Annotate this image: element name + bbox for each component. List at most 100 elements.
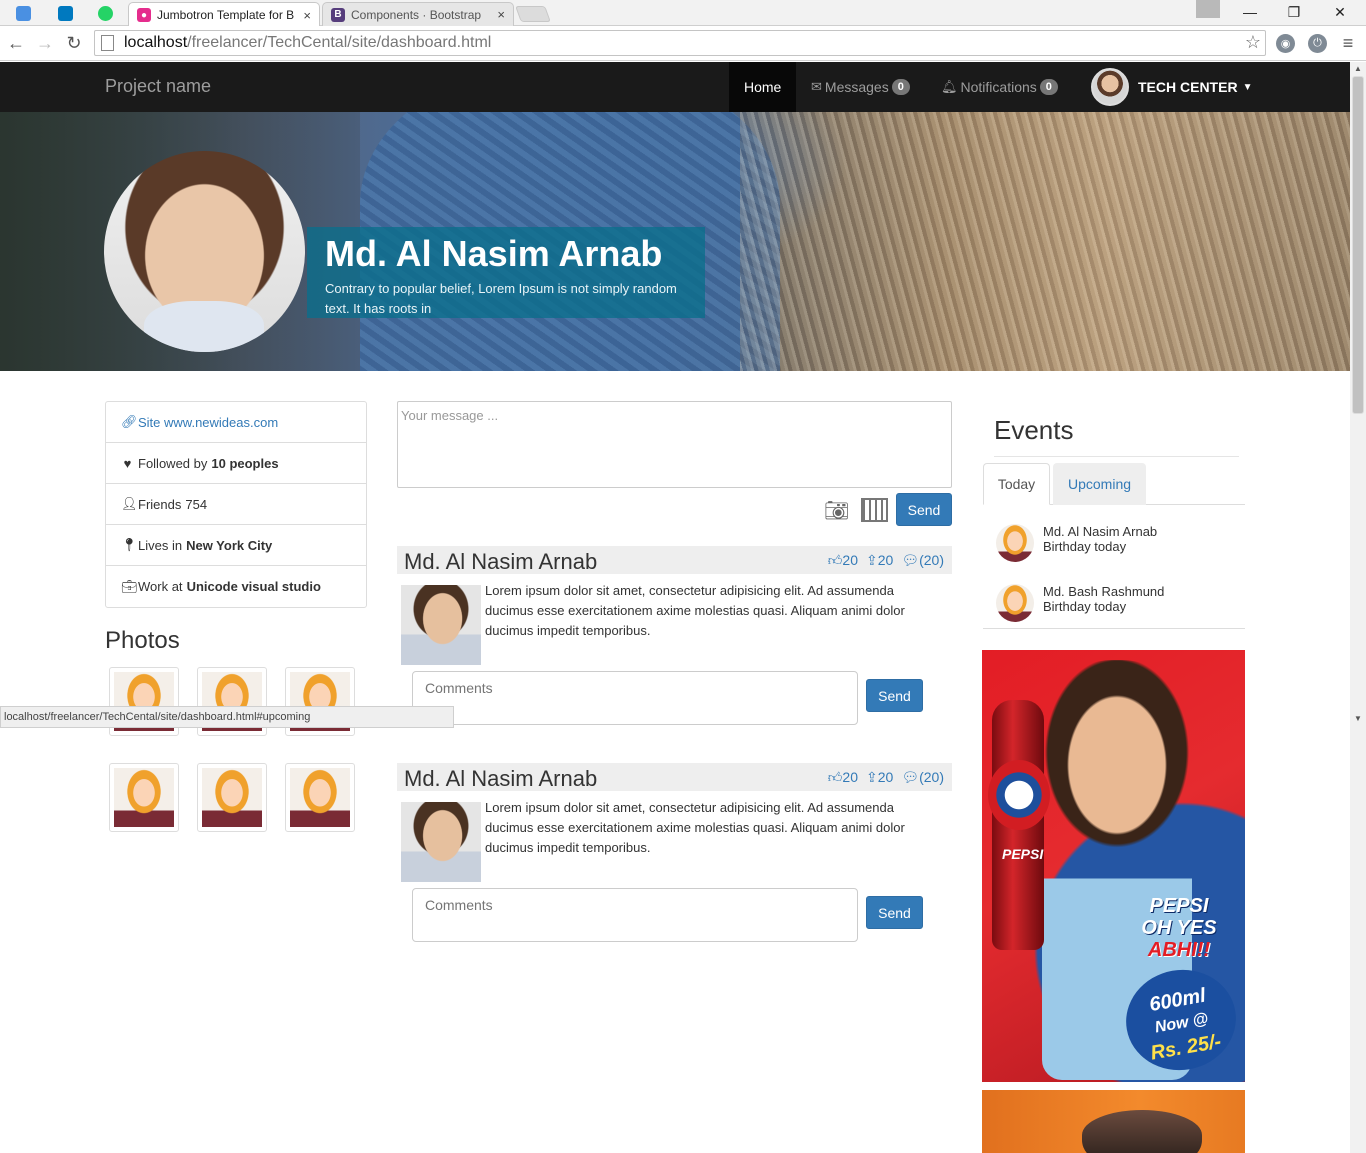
comment-icon: 💬︎ <box>901 769 920 785</box>
nav-messages-label: Messages <box>824 79 889 95</box>
tab-label: Components · Bootstrap <box>351 7 482 22</box>
post-header: Md. Al Nasim Arnab 👍︎20 ⇪20 💬︎(20) <box>397 546 952 574</box>
address-path: /freelancer/TechCental/site/dashboard.ht… <box>187 34 492 51</box>
tab-components[interactable]: B Components · Bootstrap × <box>322 2 514 26</box>
info-work: 💼︎ Work at Unicode visual studio <box>106 566 366 607</box>
comment-icon: 💬︎ <box>901 552 920 568</box>
ad-line: OH YES <box>1141 917 1217 939</box>
extension-power-icon[interactable]: ⏻ <box>1308 34 1327 53</box>
forward-icon[interactable]: → <box>33 31 57 55</box>
browser-menu-icon[interactable]: ≡ <box>1336 31 1360 55</box>
pepsi-advertisement[interactable]: PEPSI PEPSI OH YES ABHI!! 600ml Now @ Rs… <box>982 650 1245 1082</box>
reload-icon[interactable]: ↻ <box>62 31 86 55</box>
browser-profile-icon[interactable] <box>1196 0 1220 18</box>
post-header: Md. Al Nasim Arnab 👍︎20 ⇪20 💬︎(20) <box>397 763 952 791</box>
info-site[interactable]: 🔗︎ Site www.newideas.com <box>106 402 366 443</box>
hero-background-hair <box>740 112 1350 371</box>
event-item[interactable]: Md. Bash Rashmund Birthday today <box>996 584 1164 624</box>
ad-line: ABHI!! <box>1147 939 1211 961</box>
divider <box>994 456 1239 457</box>
scroll-down-icon[interactable]: ▼ <box>1354 714 1362 723</box>
share-stat[interactable]: ⇪20 <box>866 552 893 569</box>
post-body: Lorem ipsum dolor sit amet, consectetur … <box>485 583 905 638</box>
site-link[interactable]: Site www.newideas.com <box>138 415 278 430</box>
post-stats: 👍︎20 ⇪20 💬︎(20) <box>828 552 944 569</box>
send-comment-button[interactable]: Send <box>866 679 923 712</box>
work-value: Unicode visual studio <box>186 579 321 594</box>
envelope-icon: ✉ <box>811 79 822 94</box>
photo-thumbnail[interactable] <box>285 763 355 832</box>
share-stat[interactable]: ⇪20 <box>866 769 893 786</box>
address-bar[interactable]: localhost/freelancer/TechCental/site/das… <box>94 30 1266 56</box>
navbar-brand[interactable]: Project name <box>105 76 211 97</box>
comment-count: (20) <box>919 769 944 785</box>
comment-input[interactable] <box>412 671 858 725</box>
minimize-icon[interactable]: — <box>1228 0 1272 24</box>
pinned-tab-trello[interactable] <box>52 2 78 24</box>
profile-avatar <box>104 151 305 352</box>
ad-product-image <box>1082 1110 1202 1153</box>
post-author[interactable]: Md. Al Nasim Arnab <box>404 766 597 792</box>
post-author-photo <box>401 802 481 882</box>
lives-prefix: Lives in <box>138 537 183 553</box>
trello-icon <box>57 5 73 21</box>
comment-stat[interactable]: 💬︎(20) <box>901 769 944 786</box>
profile-hero: Md. Al Nasim Arnab Contrary to popular b… <box>0 112 1350 371</box>
nav-messages[interactable]: ✉ Messages 0 <box>811 62 910 112</box>
send-comment-button[interactable]: Send <box>866 896 923 929</box>
nav-notifications[interactable]: 🔔︎ Notifications 0 <box>941 62 1058 112</box>
film-icon[interactable] <box>861 498 888 522</box>
pinned-tab-whatsapp[interactable] <box>92 2 118 24</box>
like-stat[interactable]: 👍︎20 <box>828 552 858 569</box>
message-input[interactable] <box>397 401 952 488</box>
photo-thumbnail[interactable] <box>197 763 267 832</box>
bell-icon: 🔔︎ <box>941 79 958 94</box>
comment-input[interactable] <box>412 888 858 942</box>
event-name: Md. Al Nasim Arnab <box>1043 524 1158 539</box>
camera-icon[interactable]: 📷︎ <box>824 498 851 522</box>
ad-bottle-brand: PEPSI <box>1002 846 1044 862</box>
nav-notifications-label: Notifications <box>960 79 1037 95</box>
second-advertisement[interactable] <box>982 1090 1245 1153</box>
work-prefix: Work at <box>138 579 183 594</box>
new-tab-button[interactable] <box>515 6 551 22</box>
close-tab-icon[interactable]: × <box>497 7 505 22</box>
share-count: 20 <box>877 769 894 785</box>
top-navbar: Project name Home ✉ Messages 0 🔔︎ Notifi… <box>0 62 1350 112</box>
restore-icon[interactable]: ❐ <box>1272 0 1316 24</box>
bootstrap-favicon: B <box>331 7 345 22</box>
thumbs-up-icon: 👍︎ <box>827 769 843 785</box>
ad-line: PEPSI <box>1149 895 1209 917</box>
event-item[interactable]: Md. Al Nasim Arnab Birthday today <box>996 524 1157 564</box>
tab-today[interactable]: Today <box>983 463 1050 505</box>
post-author[interactable]: Md. Al Nasim Arnab <box>404 549 597 575</box>
scrollbar-thumb[interactable] <box>1352 76 1364 414</box>
map-marker-icon: 📍︎ <box>121 537 138 552</box>
share-icon: ⇪ <box>866 552 878 568</box>
nav-home[interactable]: Home <box>729 62 796 112</box>
photo-thumbnail[interactable] <box>109 763 179 832</box>
user-dropdown[interactable]: TECH CENTER ▼ <box>1091 68 1252 106</box>
address-host: localhost <box>124 34 188 51</box>
avatar <box>1091 68 1129 106</box>
close-tab-icon[interactable]: × <box>303 8 311 23</box>
pinned-tab-inbox[interactable] <box>10 2 36 24</box>
thumbs-up-icon: 👍︎ <box>827 552 843 568</box>
back-icon[interactable]: ← <box>4 31 28 55</box>
jumbotron-favicon: ● <box>137 8 151 22</box>
tab-jumbotron[interactable]: ● Jumbotron Template for B × <box>128 2 320 27</box>
tab-upcoming[interactable]: Upcoming <box>1053 463 1146 505</box>
followed-prefix: Followed by <box>138 455 208 471</box>
page-viewport: Project name Home ✉ Messages 0 🔔︎ Notifi… <box>0 62 1350 1153</box>
comment-stat[interactable]: 💬︎(20) <box>901 552 944 569</box>
window-close-icon[interactable]: ✕ <box>1318 0 1362 24</box>
extension-eye-icon[interactable]: ◉ <box>1276 34 1295 53</box>
send-message-button[interactable]: Send <box>896 493 952 526</box>
like-stat[interactable]: 👍︎20 <box>828 769 858 786</box>
bookmark-star-icon[interactable]: ☆ <box>1245 32 1261 53</box>
scroll-up-icon[interactable]: ▲ <box>1354 64 1362 73</box>
page-scrollbar[interactable]: ▲ ▼ <box>1350 62 1366 1153</box>
avatar <box>996 524 1034 562</box>
profile-info-list: 🔗︎ Site www.newideas.com ♥ Followed by 1… <box>105 401 367 608</box>
profile-name: Md. Al Nasim Arnab <box>325 233 663 274</box>
